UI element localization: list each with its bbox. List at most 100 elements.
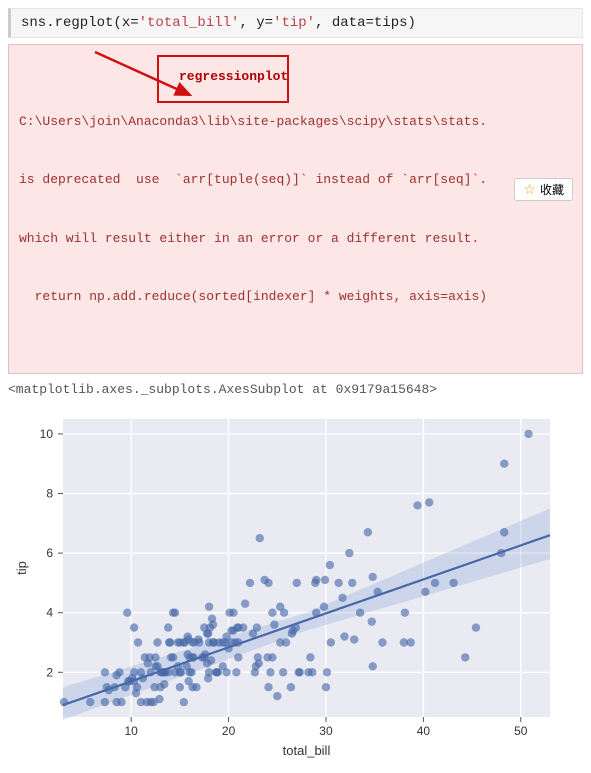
data-point (282, 638, 290, 646)
data-point (497, 549, 505, 557)
data-point (334, 579, 342, 587)
data-point (369, 662, 377, 670)
data-point (101, 668, 109, 676)
data-point (461, 653, 469, 661)
data-point (234, 653, 242, 661)
data-point (326, 561, 334, 569)
data-point (256, 534, 264, 542)
data-point (123, 609, 131, 617)
data-point (86, 698, 94, 706)
data-point (273, 692, 281, 700)
data-point (425, 498, 433, 506)
data-point (308, 668, 316, 676)
data-point (207, 656, 215, 664)
warning-line-2: is deprecated use `arr[tuple(seq)]` inst… (19, 170, 572, 190)
data-point (222, 668, 230, 676)
data-point (279, 668, 287, 676)
data-point (345, 549, 353, 557)
data-point (209, 620, 217, 628)
regplot-chart: 1020304050246810total_billtip (8, 405, 568, 765)
data-point (320, 603, 328, 611)
warning-line-3: which will result either in an error or … (19, 229, 572, 249)
annotation-box (157, 55, 289, 103)
data-point (264, 579, 272, 587)
data-point (234, 638, 242, 646)
favorite-label: 收藏 (540, 181, 564, 198)
data-point (180, 698, 188, 706)
data-point (421, 588, 429, 596)
code-arg1: 'total_bill' (139, 15, 240, 31)
x-tick-label: 20 (222, 724, 236, 738)
data-point (139, 674, 147, 682)
data-point (340, 632, 348, 640)
data-point (280, 609, 288, 617)
data-point (229, 609, 237, 617)
data-point (312, 609, 320, 617)
data-point (155, 695, 163, 703)
code-arg2: 'tip' (273, 15, 315, 31)
data-point (338, 594, 346, 602)
data-point (110, 683, 118, 691)
data-point (292, 623, 300, 631)
star-icon: ☆ (523, 181, 536, 198)
warning-cell: C:\Users\join\Anaconda3\lib\site-package… (8, 44, 583, 374)
data-point (253, 623, 261, 631)
output-repr: <matplotlib.axes._subplots.AxesSubplot a… (8, 382, 583, 397)
y-tick-label: 6 (46, 546, 53, 560)
data-point (500, 528, 508, 536)
data-point (192, 683, 200, 691)
data-point (166, 638, 174, 646)
data-point (60, 698, 68, 706)
data-point (171, 609, 179, 617)
data-point (268, 653, 276, 661)
y-tick-label: 8 (46, 487, 53, 501)
y-tick-label: 2 (46, 665, 53, 679)
data-point (115, 668, 123, 676)
data-point (293, 579, 301, 587)
data-point (160, 680, 168, 688)
annotation-label: regressionplot (179, 67, 288, 87)
data-point (287, 683, 295, 691)
x-tick-label: 10 (125, 724, 139, 738)
data-point (117, 698, 125, 706)
data-point (500, 460, 508, 468)
data-point (312, 576, 320, 584)
code-cell: sns.regplot(x='total_bill', y='tip', dat… (8, 8, 583, 38)
data-point (246, 579, 254, 587)
data-point (378, 638, 386, 646)
data-point (164, 623, 172, 631)
data-point (407, 638, 415, 646)
warning-line-4: return np.add.reduce(sorted[indexer] * w… (19, 287, 572, 307)
data-point (266, 668, 274, 676)
data-point (268, 609, 276, 617)
data-point (101, 698, 109, 706)
data-point (321, 576, 329, 584)
data-point (176, 683, 184, 691)
data-point (348, 579, 356, 587)
data-point (153, 638, 161, 646)
data-point (169, 653, 177, 661)
favorite-button[interactable]: ☆ 收藏 (514, 178, 573, 201)
data-point (373, 588, 381, 596)
data-point (369, 573, 377, 581)
data-point (130, 623, 138, 631)
data-point (322, 683, 330, 691)
code-sep1: , y= (239, 15, 273, 31)
code-prefix: sns.regplot(x= (21, 15, 139, 31)
code-sep2: , data=tips) (315, 15, 416, 31)
x-tick-label: 40 (417, 724, 431, 738)
chart-container: 1020304050246810total_billtip (8, 405, 568, 765)
data-point (187, 668, 195, 676)
data-point (151, 653, 159, 661)
x-axis-label: total_bill (283, 743, 331, 758)
data-point (295, 668, 303, 676)
warning-line-1: C:\Users\join\Anaconda3\lib\site-package… (19, 112, 572, 132)
data-point (413, 501, 421, 509)
x-tick-label: 50 (514, 724, 528, 738)
data-point (270, 620, 278, 628)
data-point (368, 617, 376, 625)
data-point (449, 579, 457, 587)
data-point (255, 659, 263, 667)
data-point (356, 609, 364, 617)
data-point (524, 430, 532, 438)
